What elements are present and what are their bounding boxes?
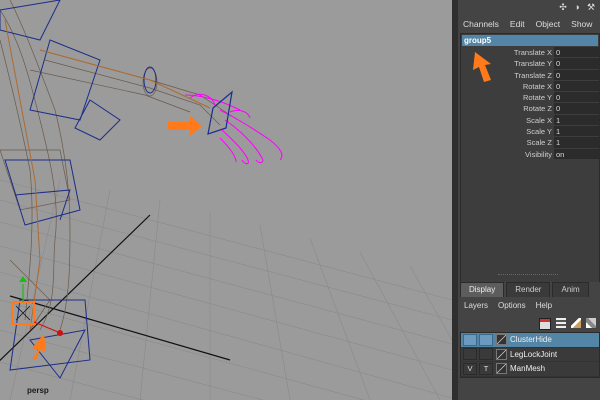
- menu-layers[interactable]: Layers: [464, 299, 488, 313]
- layer-type-toggle[interactable]: [479, 348, 493, 361]
- wrist-control: [207, 90, 233, 135]
- manip-x-handle[interactable]: [57, 330, 63, 336]
- arrow-wrist: [168, 116, 202, 136]
- layer-tabs: Display Render Anim: [458, 282, 600, 297]
- layer-toolbar: [539, 318, 596, 330]
- scene-canvas[interactable]: [0, 0, 452, 400]
- layer-row-manmesh[interactable]: V T ManMesh: [461, 362, 599, 377]
- channel-box: group5 Translate X0 Translate Y0 Transla…: [460, 33, 600, 285]
- arm-joints: [4, 19, 211, 331]
- manip-x-axis[interactable]: [33, 321, 59, 333]
- layer-name[interactable]: ManMesh: [510, 364, 545, 373]
- layer-visibility-toggle[interactable]: V: [463, 362, 477, 375]
- perspective-viewport[interactable]: persp: [0, 0, 452, 400]
- axis-icon[interactable]: ✣: [558, 2, 568, 12]
- layer-visibility-toggle[interactable]: [463, 348, 477, 361]
- attr-value[interactable]: 1: [554, 126, 599, 137]
- attr-value[interactable]: 1: [554, 137, 599, 148]
- attr-label: Visibility: [525, 149, 552, 159]
- layer-visibility-toggle[interactable]: [463, 333, 477, 346]
- tab-display[interactable]: Display: [460, 282, 505, 297]
- layer-row-leglockjoint[interactable]: LegLockJoint: [461, 348, 599, 362]
- arrow-object-name: [473, 52, 491, 82]
- attr-label: Scale Z: [526, 138, 552, 148]
- attr-value[interactable]: 0: [554, 80, 599, 92]
- layer-menu: Layers Options Help: [458, 299, 600, 313]
- layer-row-clusterhide[interactable]: ClusterHide: [461, 333, 599, 348]
- layer-editor: Display Render Anim Layers Options Help …: [458, 282, 600, 400]
- right-panel: ✣ ◑ ⚒ Channels Edit Object Show group5 T…: [458, 0, 600, 400]
- channel-box-menu: Channels Edit Object Show: [458, 16, 600, 32]
- attr-value[interactable]: 0: [554, 69, 599, 80]
- new-layer-icon[interactable]: [539, 318, 551, 330]
- panel-top-icons: ✣ ◑ ⚒: [558, 2, 596, 14]
- layer-color-swatch[interactable]: [496, 334, 507, 346]
- attr-visibility[interactable]: Visibility on: [461, 148, 599, 160]
- layers-stack-icon[interactable]: [556, 318, 566, 328]
- attr-rotate-y[interactable]: Rotate Y0: [461, 92, 599, 103]
- menu-object[interactable]: Object: [531, 16, 567, 32]
- attr-label: Scale Y: [526, 127, 552, 137]
- tab-render[interactable]: Render: [506, 282, 551, 297]
- layer-color-swatch[interactable]: [496, 363, 507, 375]
- attr-value[interactable]: 0: [554, 92, 599, 103]
- attr-rotate-z[interactable]: Rotate Z0: [461, 103, 599, 114]
- character-wireframe: [0, 0, 231, 331]
- camera-label: persp: [27, 386, 49, 395]
- layer-color-swatch[interactable]: [496, 348, 507, 360]
- sphere-icon[interactable]: ◑: [572, 2, 582, 12]
- attr-label: Rotate Z: [523, 104, 552, 114]
- create-from-selected-icon[interactable]: [571, 318, 581, 328]
- wrench-icon[interactable]: ⚒: [586, 2, 596, 12]
- menu-edit[interactable]: Edit: [505, 16, 531, 32]
- object-name[interactable]: group5: [462, 35, 598, 46]
- menu-channels[interactable]: Channels: [458, 16, 505, 32]
- layer-name[interactable]: LegLockJoint: [510, 350, 557, 359]
- menu-options[interactable]: Options: [498, 299, 526, 313]
- split-handle[interactable]: [498, 274, 558, 278]
- attr-value[interactable]: 1: [554, 114, 599, 126]
- attr-scale-z[interactable]: Scale Z1: [461, 137, 599, 148]
- layer-list: ClusterHide LegLockJoint V T ManMesh: [460, 332, 600, 378]
- layer-type-toggle[interactable]: T: [479, 362, 493, 375]
- layer-type-toggle[interactable]: [479, 333, 493, 346]
- attr-scale-x[interactable]: Scale X1: [461, 114, 599, 126]
- menu-help[interactable]: Help: [536, 299, 552, 313]
- layer-name[interactable]: ClusterHide: [510, 335, 552, 344]
- menu-show[interactable]: Show: [566, 16, 598, 32]
- attr-value[interactable]: 0: [554, 58, 599, 69]
- attr-label: Rotate Y: [522, 93, 552, 103]
- attr-label: Scale X: [526, 115, 552, 125]
- attr-scale-y[interactable]: Scale Y1: [461, 126, 599, 137]
- attr-value[interactable]: 0: [554, 47, 599, 58]
- add-selected-icon[interactable]: [586, 318, 596, 328]
- attr-value[interactable]: 0: [554, 103, 599, 114]
- attr-value[interactable]: on: [554, 148, 599, 159]
- tab-anim[interactable]: Anim: [552, 282, 589, 297]
